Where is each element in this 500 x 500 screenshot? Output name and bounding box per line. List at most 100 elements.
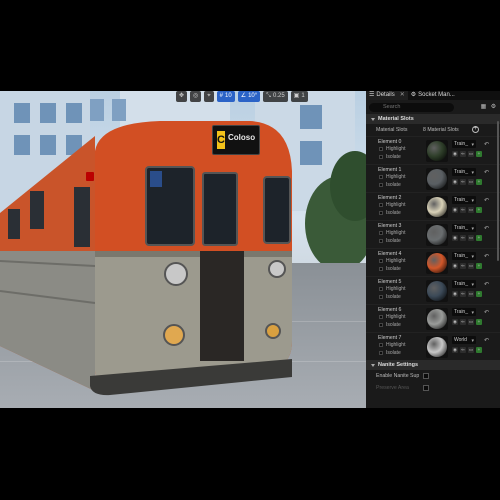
use-selected-icon[interactable]: ⇐ xyxy=(460,319,466,325)
asset-actions: ◉ ⇐ ▭ + xyxy=(452,263,482,269)
highlight-checkbox[interactable] xyxy=(379,175,383,179)
reset-arrow-icon[interactable]: ↶ xyxy=(484,225,489,232)
details-icon: ☰ xyxy=(369,92,375,98)
highlight-checkbox[interactable] xyxy=(379,147,383,151)
folder-icon[interactable]: ▭ xyxy=(468,207,474,213)
add-icon[interactable]: + xyxy=(476,347,482,353)
surface-snap-button[interactable]: ⌖ xyxy=(204,91,214,102)
scale-snap-button[interactable]: ⤡ 0.25 xyxy=(263,91,288,102)
isolate-checkbox[interactable] xyxy=(379,351,383,355)
transform-mode-button[interactable]: ✥ xyxy=(176,91,188,102)
settings-icon[interactable]: ⚙ xyxy=(490,104,497,111)
material-thumbnail[interactable] xyxy=(426,196,448,218)
panel-scrollbar[interactable] xyxy=(497,121,499,261)
reset-arrow-icon[interactable]: ↶ xyxy=(484,309,489,316)
browse-icon[interactable]: ◉ xyxy=(452,179,458,185)
browse-icon[interactable]: ◉ xyxy=(452,347,458,353)
browse-icon[interactable]: ◉ xyxy=(452,151,458,157)
add-icon[interactable]: + xyxy=(476,291,482,297)
add-icon[interactable]: + xyxy=(476,263,482,269)
reset-arrow-icon[interactable]: ↶ xyxy=(484,197,489,204)
add-icon[interactable]: + xyxy=(476,207,482,213)
folder-icon[interactable]: ▭ xyxy=(468,263,474,269)
material-dropdown[interactable]: Train_ ▾ xyxy=(452,280,476,288)
isolate-checkbox[interactable] xyxy=(379,211,383,215)
material-dropdown[interactable]: Train_ ▾ xyxy=(452,196,476,204)
subway-train[interactable] xyxy=(0,91,366,408)
nanite-settings-section[interactable]: Nanite Settings xyxy=(366,360,500,370)
material-thumbnail[interactable] xyxy=(426,336,448,358)
reset-arrow-icon[interactable]: ↶ xyxy=(484,253,489,260)
material-dropdown[interactable]: Train_ ▾ xyxy=(452,224,476,232)
reset-arrow-icon[interactable]: ↶ xyxy=(484,281,489,288)
material-dropdown[interactable]: Train_ ▾ xyxy=(452,308,476,316)
isolate-checkbox[interactable] xyxy=(379,323,383,327)
use-selected-icon[interactable]: ⇐ xyxy=(460,291,466,297)
material-slots-section[interactable]: Material Slots xyxy=(366,114,500,124)
isolate-checkbox[interactable] xyxy=(379,267,383,271)
material-thumbnail[interactable] xyxy=(426,280,448,302)
add-icon[interactable]: + xyxy=(476,179,482,185)
use-selected-icon[interactable]: ⇐ xyxy=(460,263,466,269)
table-view-icon[interactable]: ▦ xyxy=(480,104,487,111)
folder-icon[interactable]: ▭ xyxy=(468,151,474,157)
world-local-button[interactable]: ◎ xyxy=(190,91,202,102)
highlight-checkbox[interactable] xyxy=(379,203,383,207)
isolate-checkbox[interactable] xyxy=(379,183,383,187)
folder-icon[interactable]: ▭ xyxy=(468,291,474,297)
tab-socket-manager[interactable]: ⚙ Socket Man... xyxy=(408,91,458,100)
material-thumbnail[interactable] xyxy=(426,308,448,330)
highlight-checkbox[interactable] xyxy=(379,259,383,263)
isolate-checkbox[interactable] xyxy=(379,239,383,243)
highlight-checkbox[interactable] xyxy=(379,287,383,291)
search-input[interactable] xyxy=(369,102,454,112)
folder-icon[interactable]: ▭ xyxy=(468,179,474,185)
highlight-checkbox[interactable] xyxy=(379,315,383,319)
add-icon[interactable]: + xyxy=(476,151,482,157)
add-slot-icon[interactable]: + xyxy=(472,126,479,133)
use-selected-icon[interactable]: ⇐ xyxy=(460,235,466,241)
folder-icon[interactable]: ▭ xyxy=(468,235,474,241)
preserve-area-checkbox[interactable] xyxy=(423,385,429,391)
reset-arrow-icon[interactable]: ↶ xyxy=(484,169,489,176)
isolate-checkbox[interactable] xyxy=(379,155,383,159)
highlight-label: Highlight xyxy=(386,286,406,292)
reset-arrow-icon[interactable]: ↶ xyxy=(484,337,489,344)
add-icon[interactable]: + xyxy=(476,319,482,325)
material-dropdown[interactable]: World ▾ xyxy=(452,336,476,344)
folder-icon[interactable]: ▭ xyxy=(468,319,474,325)
material-name: Train_ xyxy=(454,281,468,287)
close-icon[interactable]: ✕ xyxy=(400,91,405,100)
browse-icon[interactable]: ◉ xyxy=(452,291,458,297)
camera-speed-button[interactable]: ▣ 1 xyxy=(290,91,308,102)
highlight-checkbox[interactable] xyxy=(379,343,383,347)
rotate-snap-button[interactable]: ∠ 10° xyxy=(237,91,261,102)
material-dropdown[interactable]: Train_ ▾ xyxy=(452,252,476,260)
browse-icon[interactable]: ◉ xyxy=(452,207,458,213)
use-selected-icon[interactable]: ⇐ xyxy=(460,151,466,157)
material-dropdown[interactable]: Train_ ▾ xyxy=(452,140,476,148)
material-element-row: Element 1 Highlight Isolate Train_ ▾ ↶ ◉ … xyxy=(366,164,500,192)
add-icon[interactable]: + xyxy=(476,235,482,241)
highlight-checkbox[interactable] xyxy=(379,231,383,235)
grid-snap-button[interactable]: #10 xyxy=(216,91,235,102)
material-thumbnail[interactable] xyxy=(426,140,448,162)
browse-icon[interactable]: ◉ xyxy=(452,319,458,325)
use-selected-icon[interactable]: ⇐ xyxy=(460,347,466,353)
material-dropdown[interactable]: Train_ ▾ xyxy=(452,168,476,176)
reset-arrow-icon[interactable]: ↶ xyxy=(484,141,489,148)
route-letter: C xyxy=(217,131,225,149)
element-name: Element 6 xyxy=(378,307,402,313)
use-selected-icon[interactable]: ⇐ xyxy=(460,207,466,213)
material-thumbnail[interactable] xyxy=(426,252,448,274)
nanite-enable-checkbox[interactable] xyxy=(423,373,429,379)
browse-icon[interactable]: ◉ xyxy=(452,235,458,241)
folder-icon[interactable]: ▭ xyxy=(468,347,474,353)
material-thumbnail[interactable] xyxy=(426,224,448,246)
material-thumbnail[interactable] xyxy=(426,168,448,190)
tab-details[interactable]: ☰ Details ✕ xyxy=(366,91,408,100)
level-viewport[interactable]: C Coloso ✥ ◎ ⌖ #10 ∠ 10° ⤡ 0.25 ▣ 1 xyxy=(0,91,366,408)
browse-icon[interactable]: ◉ xyxy=(452,263,458,269)
isolate-checkbox[interactable] xyxy=(379,295,383,299)
use-selected-icon[interactable]: ⇐ xyxy=(460,179,466,185)
